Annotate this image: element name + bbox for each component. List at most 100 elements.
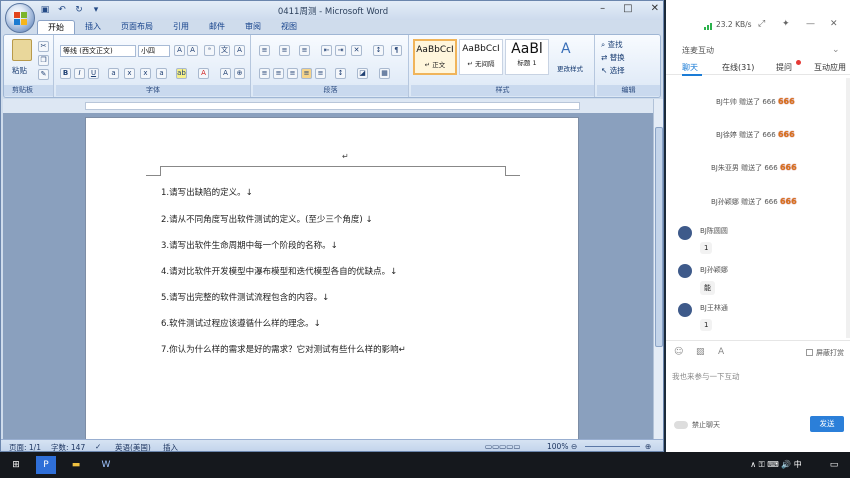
subscript-icon[interactable]: x xyxy=(124,68,135,79)
paste-button[interactable]: 粘贴 xyxy=(12,65,27,76)
tab-review[interactable]: 审阅 xyxy=(235,20,271,34)
style-no-spacing[interactable]: AaBbCcI ↵ 无间隔 xyxy=(459,39,503,75)
zoom-in-icon[interactable]: ⊕ xyxy=(645,442,651,451)
tab-apps[interactable]: 互动应用 xyxy=(814,62,846,73)
tab-view[interactable]: 视图 xyxy=(271,20,307,34)
view-modes-icon[interactable]: ▭▭▭▭▭ xyxy=(485,442,520,451)
replace-button[interactable]: ⇄ 替换 xyxy=(601,52,625,63)
highlight-icon[interactable]: ab xyxy=(176,68,187,79)
windows-start-icon[interactable]: ⊞ xyxy=(8,456,24,474)
grow-font-icon[interactable]: A xyxy=(174,45,185,56)
tab-references[interactable]: 引用 xyxy=(163,20,199,34)
change-case-icon[interactable]: a xyxy=(156,68,167,79)
status-page[interactable]: 页面: 1/1 xyxy=(9,442,41,451)
select-button[interactable]: ↖ 选择 xyxy=(601,65,625,76)
send-button[interactable]: 发送 xyxy=(810,416,844,432)
tab-mailings[interactable]: 邮件 xyxy=(199,20,235,34)
style-heading-1[interactable]: AaBl 标题 1 xyxy=(505,39,549,75)
copy-icon[interactable]: ❐ xyxy=(38,55,49,66)
chat-scrollbar[interactable] xyxy=(846,78,850,338)
format-painter-icon[interactable]: ✎ xyxy=(38,69,49,80)
underline-icon[interactable]: U xyxy=(88,68,99,79)
shading-icon[interactable]: ◪ xyxy=(357,68,368,79)
customize-icon[interactable]: ▾ xyxy=(90,4,102,16)
image-icon[interactable]: ▨ xyxy=(696,347,705,357)
vertical-scrollbar[interactable] xyxy=(653,99,663,439)
avatar[interactable] xyxy=(678,226,692,240)
scroll-thumb[interactable] xyxy=(655,127,663,347)
tab-insert[interactable]: 插入 xyxy=(75,20,111,34)
justify-icon[interactable]: ≡ xyxy=(301,68,312,79)
close-chat-icon[interactable]: ✕ xyxy=(830,19,838,29)
decrease-indent-icon[interactable]: ⇤ xyxy=(321,45,332,56)
tab-chat[interactable]: 聊天 xyxy=(682,62,698,73)
avatar[interactable] xyxy=(678,264,692,278)
emoji-icon[interactable]: ☺ xyxy=(674,347,683,357)
clear-format-icon[interactable]: ᵃ xyxy=(204,45,215,56)
find-button[interactable]: ⌕ 查找 xyxy=(601,39,623,50)
undo-icon[interactable]: ↶ xyxy=(56,4,68,16)
spellcheck-icon[interactable]: ✓ xyxy=(95,442,101,451)
font-color-icon[interactable]: A xyxy=(198,68,209,79)
app-icon-p[interactable]: P xyxy=(36,456,56,474)
save-icon[interactable]: ▣ xyxy=(39,4,51,16)
asian-layout-icon[interactable]: ✕ xyxy=(351,45,362,56)
cut-icon[interactable]: ✂ xyxy=(38,41,49,52)
tab-page-layout[interactable]: 页面布局 xyxy=(111,20,163,34)
align-left-icon[interactable]: ≡ xyxy=(259,68,270,79)
status-words[interactable]: 字数: 147 xyxy=(51,442,85,451)
char-border-icon[interactable]: A xyxy=(234,45,245,56)
screen-gift-checkbox[interactable] xyxy=(806,349,813,356)
style-normal[interactable]: AaBbCcI ↵ 正文 xyxy=(413,39,457,75)
redo-icon[interactable]: ↻ xyxy=(73,4,85,16)
notification-icon[interactable]: ▭ xyxy=(826,456,842,474)
fullscreen-icon[interactable]: ⤢ xyxy=(758,19,765,29)
zoom-out-icon[interactable]: ⊖ xyxy=(571,442,577,451)
tab-questions[interactable]: 提问 xyxy=(776,62,792,73)
file-explorer-icon[interactable]: ▬ xyxy=(66,456,86,474)
change-styles-icon[interactable]: A xyxy=(561,41,571,57)
align-right-icon[interactable]: ≡ xyxy=(287,68,298,79)
numbering-icon[interactable]: ≡ xyxy=(279,45,290,56)
borders-icon[interactable]: ▦ xyxy=(379,68,390,79)
zoom-slider[interactable] xyxy=(585,446,640,447)
tab-home[interactable]: 开始 xyxy=(37,20,75,34)
font-style-icon[interactable]: A xyxy=(718,347,724,357)
line-spacing-icon[interactable]: ↕ xyxy=(335,68,346,79)
ban-chat-toggle[interactable] xyxy=(674,421,688,429)
phonetic-icon[interactable]: 文 xyxy=(219,45,230,56)
align-center-icon[interactable]: ≡ xyxy=(273,68,284,79)
chat-input[interactable]: 我也来参与一下互动 xyxy=(672,371,740,382)
minimize-chat-icon[interactable]: — xyxy=(806,19,815,29)
status-mode[interactable]: 插入 xyxy=(163,442,178,451)
enclose-char-icon[interactable]: ⊕ xyxy=(234,68,245,79)
paste-icon[interactable] xyxy=(12,39,32,61)
sort-icon[interactable]: ↕ xyxy=(373,45,384,56)
document-page[interactable]: ↵ 1.请写出缺陷的定义。↓ 2.请从不同角度写出软件测试的定义。(至少三个角度… xyxy=(85,117,579,447)
close-button[interactable]: ✕ xyxy=(651,3,659,14)
collapse-icon[interactable]: ⌄ xyxy=(832,45,840,55)
superscript-icon[interactable]: x xyxy=(140,68,151,79)
avatar[interactable] xyxy=(678,303,692,317)
pin-icon[interactable]: ✦ xyxy=(782,19,790,29)
change-styles-button[interactable]: 更改样式 xyxy=(557,63,583,73)
minimize-button[interactable]: – xyxy=(600,3,605,14)
bold-icon[interactable]: B xyxy=(60,68,71,79)
italic-icon[interactable]: I xyxy=(74,68,85,79)
shrink-font-icon[interactable]: A xyxy=(187,45,198,56)
tab-online[interactable]: 在线(31) xyxy=(722,62,754,73)
office-button[interactable] xyxy=(5,3,35,33)
bullets-icon[interactable]: ≡ xyxy=(259,45,270,56)
strikethrough-icon[interactable]: a xyxy=(108,68,119,79)
status-language[interactable]: 英语(美国) xyxy=(115,442,151,451)
font-name-select[interactable]: 等线 (西文正文) xyxy=(60,45,136,57)
multilevel-list-icon[interactable]: ≡ xyxy=(299,45,310,56)
char-shading-icon[interactable]: A xyxy=(220,68,231,79)
font-size-select[interactable]: 小四 xyxy=(138,45,170,57)
maximize-button[interactable]: □ xyxy=(623,3,632,14)
horizontal-ruler[interactable] xyxy=(3,99,653,113)
system-tray[interactable]: ∧ ⚿ ⌨ 🔊 中 xyxy=(748,456,804,474)
show-marks-icon[interactable]: ¶ xyxy=(391,45,402,56)
distributed-icon[interactable]: ≡ xyxy=(315,68,326,79)
increase-indent-icon[interactable]: ⇥ xyxy=(335,45,346,56)
